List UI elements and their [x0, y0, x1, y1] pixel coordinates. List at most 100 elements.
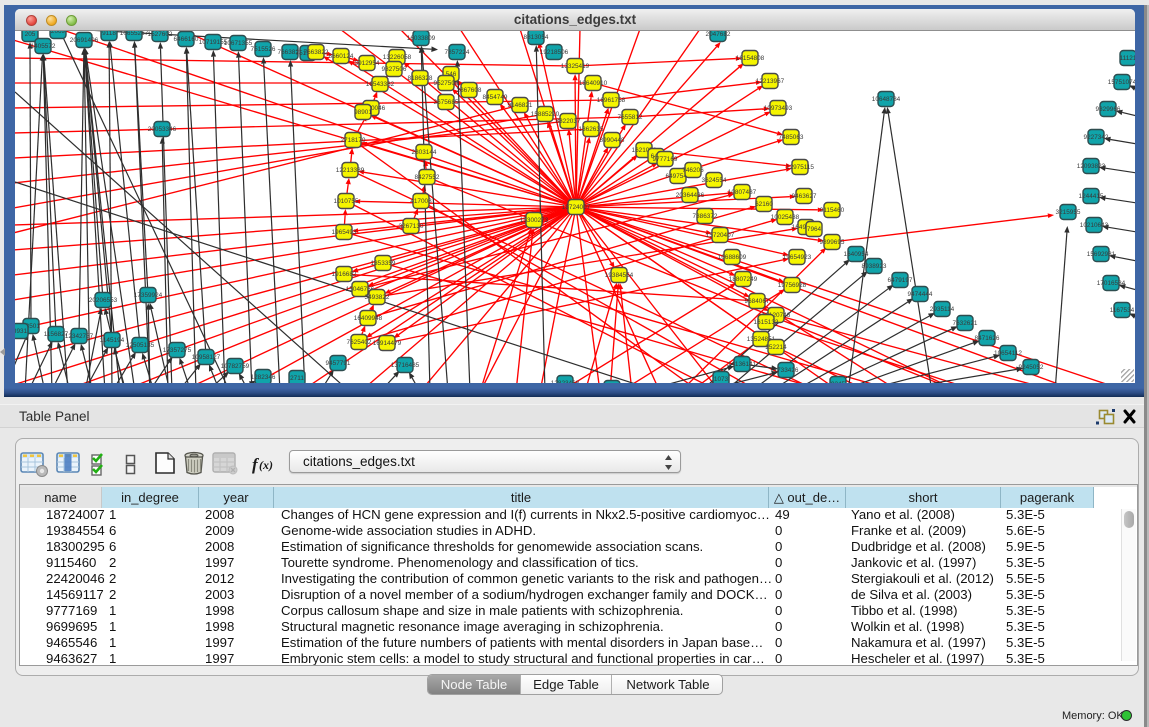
- svg-text:7386372: 7386372: [693, 213, 718, 220]
- svg-text:18640910: 18640910: [579, 80, 608, 87]
- svg-text:8322037: 8322037: [556, 118, 581, 125]
- svg-text:10654112: 10654112: [994, 350, 1022, 357]
- svg-text:10782759: 10782759: [221, 363, 250, 370]
- svg-text:12342737: 12342737: [65, 333, 94, 340]
- svg-text:3675685: 3675685: [434, 99, 459, 106]
- svg-text:1073: 1073: [714, 376, 729, 383]
- svg-text:7625402: 7625402: [347, 339, 372, 346]
- svg-text:10210643: 10210643: [1080, 222, 1109, 229]
- svg-text:1145194: 1145194: [100, 337, 125, 344]
- svg-text:1733426: 1733426: [774, 367, 799, 374]
- svg-text:1965493: 1965493: [332, 229, 357, 236]
- svg-text:16409948: 16409948: [354, 315, 383, 322]
- svg-text:8990448: 8990448: [600, 137, 625, 144]
- svg-text:9329966: 9329966: [1096, 106, 1121, 113]
- svg-text:8471626: 8471626: [975, 335, 1000, 342]
- svg-text:10655267: 10655267: [120, 31, 149, 37]
- svg-text:2867608: 2867608: [457, 87, 482, 94]
- svg-text:16033809: 16033809: [407, 35, 436, 42]
- svg-text:16914479: 16914479: [373, 340, 402, 347]
- svg-text:15720407: 15720407: [706, 232, 735, 239]
- svg-text:2711: 2711: [290, 375, 304, 382]
- svg-text:19218506: 19218506: [540, 49, 569, 56]
- svg-text:9777169: 9777169: [653, 156, 678, 163]
- svg-text:10671355: 10671355: [224, 40, 253, 47]
- svg-text:3624554: 3624554: [702, 177, 727, 184]
- svg-text:746206: 746206: [682, 167, 704, 174]
- svg-text:1405572: 1405572: [31, 43, 56, 50]
- svg-text:12093823: 12093823: [1077, 163, 1106, 170]
- svg-text:20364436: 20364436: [676, 192, 705, 199]
- svg-text:19654923: 19654923: [783, 254, 812, 261]
- svg-text:10648784: 10648784: [872, 96, 901, 103]
- svg-text:13325419: 13325419: [561, 63, 590, 70]
- svg-text:7655812: 7655812: [618, 114, 643, 121]
- svg-text:16543382: 16543382: [366, 81, 395, 88]
- svg-text:2718170: 2718170: [341, 137, 366, 144]
- svg-text:17357275: 17357275: [163, 347, 192, 354]
- svg-text:20053346: 20053346: [148, 126, 177, 133]
- svg-text:9146821: 9146821: [508, 102, 533, 109]
- svg-text:2803144: 2803144: [412, 149, 437, 156]
- svg-text:7632621: 7632621: [953, 320, 978, 327]
- svg-text:62160: 62160: [755, 201, 773, 208]
- svg-text:98901: 98901: [354, 109, 372, 116]
- svg-text:7663822: 7663822: [304, 49, 329, 56]
- svg-text:9474444: 9474444: [908, 291, 933, 298]
- svg-text:1615132: 1615132: [754, 319, 779, 326]
- svg-text:3931: 3931: [15, 328, 28, 335]
- svg-text:6479197: 6479197: [888, 277, 913, 284]
- svg-text:20691406: 20691406: [70, 37, 99, 44]
- svg-text:10025438: 10025438: [771, 214, 800, 221]
- svg-text:17359924: 17359924: [134, 292, 163, 299]
- svg-text:9684067: 9684067: [745, 298, 770, 305]
- svg-text:9327506: 9327506: [382, 66, 407, 73]
- svg-text:18724007: 18724007: [562, 204, 591, 211]
- svg-text:15300273: 15300273: [520, 217, 549, 224]
- svg-text:2069: 2069: [51, 31, 66, 35]
- svg-text:7485063: 7485063: [779, 134, 804, 141]
- svg-text:1010755: 1010755: [334, 198, 359, 205]
- svg-text:1916682: 1916682: [332, 271, 357, 278]
- svg-text:13226058: 13226058: [383, 54, 412, 61]
- svg-text:15692931: 15692931: [1087, 251, 1116, 258]
- svg-text:2047682: 2047682: [706, 31, 731, 38]
- svg-text:19756928: 19756928: [778, 282, 807, 289]
- svg-text:3267130: 3267130: [399, 223, 424, 230]
- svg-text:9527508: 9527508: [434, 80, 459, 87]
- svg-text:8813054: 8813054: [524, 34, 549, 41]
- svg-text:1353359: 1353359: [371, 260, 396, 267]
- svg-text:3493822: 3493822: [365, 294, 390, 301]
- svg-text:16154808: 16154808: [736, 55, 765, 62]
- svg-text:3215955: 3215955: [1056, 209, 1081, 216]
- svg-text:16961758: 16961758: [597, 97, 626, 104]
- svg-text:14136141: 14136141: [728, 361, 757, 368]
- svg-text:8660124: 8660124: [329, 53, 354, 60]
- svg-text:17016534: 17016534: [1097, 280, 1126, 287]
- svg-text:7857224: 7857224: [445, 49, 470, 56]
- svg-text:1244415: 1244415: [1079, 193, 1104, 200]
- svg-text:8454749: 8454749: [483, 94, 508, 101]
- svg-text:12505135: 12505135: [126, 342, 155, 349]
- svg-text:6466160: 6466160: [174, 36, 199, 43]
- svg-text:7515526: 7515526: [251, 46, 276, 53]
- svg-text:12213389: 12213389: [336, 167, 365, 174]
- svg-text:252214: 252214: [765, 344, 787, 351]
- svg-text:12823468: 12823468: [551, 380, 580, 383]
- svg-text:10958127: 10958127: [192, 354, 221, 361]
- svg-text:11121: 11121: [1120, 55, 1135, 62]
- svg-text:19384554: 19384554: [605, 272, 634, 279]
- svg-text:8938923: 8938923: [862, 263, 887, 270]
- svg-text:8186328: 8186328: [408, 75, 433, 82]
- svg-text:12975115: 12975115: [786, 164, 814, 171]
- svg-text:(x): (x): [259, 458, 273, 472]
- svg-text:20206553: 20206553: [89, 297, 118, 304]
- svg-text:9463627: 9463627: [792, 193, 817, 200]
- svg-text:12213967: 12213967: [756, 78, 785, 85]
- svg-text:9245: 9245: [831, 381, 846, 383]
- svg-text:9227342: 9227342: [1084, 134, 1109, 141]
- svg-text:1282346: 1282346: [251, 374, 276, 381]
- svg-text:10688609: 10688609: [718, 254, 747, 261]
- svg-text:13716485: 13716485: [391, 362, 420, 369]
- svg-text:417008: 417008: [410, 198, 432, 205]
